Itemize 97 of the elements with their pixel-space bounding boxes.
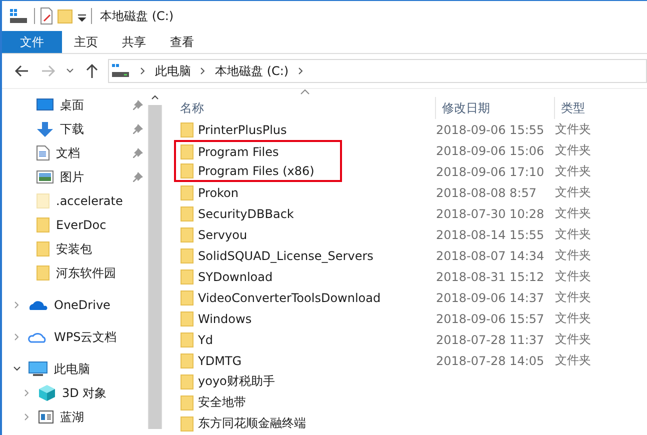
folder-icon: [180, 206, 194, 222]
folder-icon: [180, 352, 194, 368]
chevron-icon[interactable]: [199, 66, 207, 76]
desktop-icon: [36, 98, 54, 112]
cloud-icon: [28, 330, 48, 344]
nav-item[interactable]: 安装包: [2, 237, 148, 261]
folder-icon: [180, 226, 194, 242]
download-icon: [36, 121, 54, 137]
file-name[interactable]: 东方同花顺金融终端: [198, 415, 306, 432]
nav-item[interactable]: 蓝湖: [2, 405, 148, 429]
nav-item[interactable]: 此电脑: [2, 357, 148, 381]
folder-icon: [180, 310, 194, 326]
folder-icon: [180, 144, 194, 160]
file-tab[interactable]: 文件: [2, 31, 62, 53]
file-name[interactable]: Yd: [198, 332, 213, 346]
file-name[interactable]: YDMTG: [198, 354, 242, 368]
nav-item[interactable]: WPS云文档: [2, 325, 148, 349]
ribbon-tab[interactable]: 主页: [62, 31, 110, 53]
scrollbar[interactable]: [148, 89, 162, 429]
table-cell-text: 文件夹: [555, 121, 592, 138]
file-name[interactable]: SecurityDBBack: [198, 206, 294, 220]
scroll-thumb[interactable]: [149, 105, 161, 429]
table-cell-text: 2018-08-31 15:12: [436, 270, 546, 284]
table-cell-text: 文件夹: [555, 142, 592, 159]
folder-icon: [180, 416, 194, 432]
file-name[interactable]: Windows: [198, 312, 252, 326]
folder-icon: [180, 162, 194, 178]
nav-item[interactable]: .accelerate: [2, 189, 148, 213]
folder-icon: [180, 248, 194, 264]
pin-icon[interactable]: [132, 171, 144, 183]
folder-icon: [180, 374, 194, 390]
file-name[interactable]: yoyo财税助手: [198, 373, 275, 390]
table-cell-text: 文件夹: [555, 310, 592, 327]
nav-item[interactable]: 文档: [2, 141, 148, 165]
sort-icon: [300, 89, 310, 95]
table-cell-text: 2018-08-07 14:34: [436, 248, 546, 262]
table-cell-text: 文件夹: [555, 163, 592, 180]
ribbon-tab[interactable]: 查看: [158, 31, 206, 53]
address-bar[interactable]: 此电脑 本地磁盘 (C:): [108, 59, 647, 83]
breadcrumb[interactable]: 此电脑: [155, 62, 191, 80]
pictures-icon: [36, 170, 54, 184]
file-name[interactable]: PrinterPlusPlus: [198, 122, 287, 136]
nav-item[interactable]: 3D 对象: [2, 381, 148, 405]
properties-icon[interactable]: [39, 7, 53, 25]
nav-item[interactable]: EverDoc: [2, 213, 148, 237]
folder-icon: [180, 122, 194, 138]
folder-icon: [180, 184, 194, 200]
folder-icon: [180, 394, 194, 410]
file-name[interactable]: Prokon: [198, 186, 239, 200]
table-cell-text: 文件夹: [555, 352, 592, 369]
pin-icon[interactable]: [132, 99, 144, 111]
file-name[interactable]: Servyou: [198, 228, 248, 242]
table-cell-text: 文件夹: [555, 247, 592, 264]
table-cell-text: 文件夹: [555, 226, 592, 243]
nav-item[interactable]: 河东软件园: [2, 261, 148, 285]
file-name[interactable]: SYDownload: [198, 270, 273, 284]
table-cell-text: 文件夹: [555, 205, 592, 222]
column-header[interactable]: 类型: [554, 97, 647, 119]
table-cell-text: 2018-09-06 15:55: [436, 122, 546, 136]
nav-item[interactable]: OneDrive: [2, 293, 148, 317]
window-title: 本地磁盘 (C:): [100, 8, 174, 24]
pin-icon[interactable]: [132, 123, 144, 135]
pin-icon[interactable]: [132, 147, 144, 159]
folder-icon: [180, 268, 194, 284]
chevron-icon[interactable]: [139, 66, 147, 76]
table-cell-text: 2018-08-14 15:55: [436, 228, 546, 242]
table-cell-text: 文件夹: [555, 289, 592, 306]
table-cell-text: 2018-09-06 15:57: [436, 312, 546, 326]
table-cell-text: 2018-07-30 10:28: [436, 206, 546, 220]
table-cell-text: 2018-09-06 15:06: [436, 144, 546, 158]
table-cell-text: 2018-07-28 14:05: [436, 354, 546, 368]
table-cell-text: 2018-07-28 11:37: [436, 332, 546, 346]
table-cell-text: 文件夹: [555, 268, 592, 285]
table-cell-text: 2018-09-06 17:10: [436, 164, 546, 178]
file-name[interactable]: VideoConverterToolsDownload: [198, 290, 381, 304]
column-header[interactable]: 修改日期: [435, 97, 561, 119]
window-icon: [38, 410, 54, 424]
cloud-icon: [28, 299, 48, 311]
nav-item[interactable]: 下载: [2, 117, 148, 141]
file-name[interactable]: 安全地带: [198, 394, 246, 411]
breadcrumb[interactable]: 本地磁盘 (C:): [215, 62, 289, 80]
drive-icon: [111, 63, 131, 79]
table-cell-text: 2018-09-06 14:37: [436, 290, 546, 304]
folder-icon: [180, 332, 194, 348]
table-cell-text: 文件夹: [555, 331, 592, 348]
quick-access-icon[interactable]: [8, 7, 30, 25]
chevron-icon[interactable]: [296, 66, 305, 76]
computer-icon: [28, 361, 48, 377]
cube-icon: [38, 384, 56, 402]
nav-item[interactable]: 桌面: [2, 93, 148, 117]
document-icon: [36, 145, 50, 161]
table-cell-text: 2018-08-08 8:57: [436, 186, 538, 200]
ribbon-tab[interactable]: 共享: [110, 31, 158, 53]
file-name[interactable]: SolidSQUAD_License_Servers: [198, 248, 374, 262]
folder-icon: [180, 290, 194, 306]
nav-item[interactable]: 图片: [2, 165, 148, 189]
table-cell-text: 文件夹: [555, 184, 592, 201]
